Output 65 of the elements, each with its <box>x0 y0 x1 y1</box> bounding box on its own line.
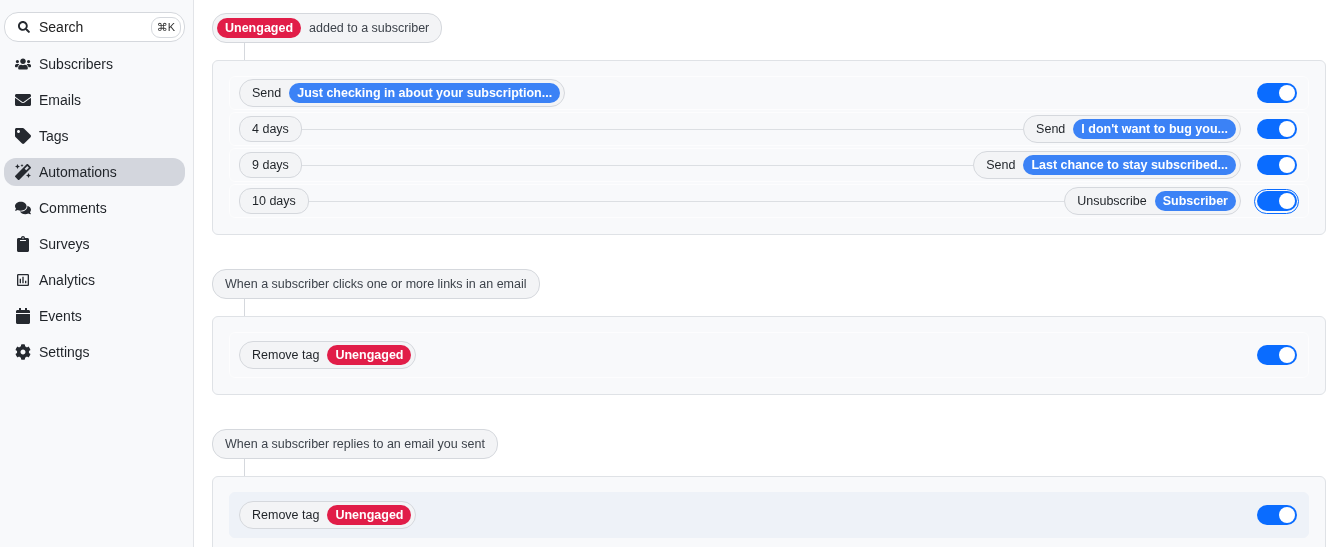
action-label: Remove tag <box>252 348 320 362</box>
sidebar-item-label: Emails <box>39 92 81 108</box>
search-icon <box>18 21 30 33</box>
sidebar-item[interactable]: Surveys <box>4 230 185 258</box>
sidebar-item[interactable]: Events <box>4 302 185 330</box>
action-pill[interactable]: Remove tag Unengaged <box>239 341 417 369</box>
delay-pill[interactable]: 10 days <box>239 188 309 214</box>
action-pill[interactable]: Send Last chance to stay subscribed... <box>973 151 1241 179</box>
trigger-label: When a subscriber clicks one or more links in an email <box>225 277 527 291</box>
search-field[interactable]: Search ⌘K <box>4 12 185 42</box>
settings-icon <box>15 344 31 360</box>
envelope-icon <box>15 92 31 108</box>
email-chip: Last chance to stay subscribed... <box>1023 155 1236 175</box>
trigger-label: When a subscriber replies to an email you sent <box>225 437 485 451</box>
trigger-pill[interactable]: Unengaged added to a subscriber <box>212 13 443 43</box>
action-label: Remove tag <box>252 508 320 522</box>
trigger-pill[interactable]: When a subscriber clicks one or more links in an email <box>212 269 540 299</box>
action-pill[interactable]: Remove tag Unengaged <box>239 501 417 529</box>
sidebar-item[interactable]: Settings <box>4 338 185 366</box>
sidebar-item[interactable]: Automations <box>4 158 185 186</box>
trigger-label: added to a subscriber <box>309 21 430 35</box>
sidebar-item[interactable]: Analytics <box>4 266 185 294</box>
toggle-switch[interactable] <box>1256 191 1297 211</box>
sidebar-item-label: Events <box>39 308 82 324</box>
magic-wand-icon <box>15 164 31 180</box>
tag-icon <box>15 128 31 144</box>
sidebar-item-label: Automations <box>39 164 117 180</box>
users-icon <box>15 56 31 72</box>
action-label: Send <box>252 86 282 100</box>
email-chip: Just checking in about your subscription... <box>289 83 561 103</box>
sidebar-item-label: Tags <box>39 128 69 144</box>
action-pill[interactable]: Send Just checking in about your subscription... <box>239 79 566 107</box>
toggle-switch[interactable] <box>1256 155 1297 175</box>
trigger-pill[interactable]: When a subscriber replies to an email you sent <box>212 429 498 459</box>
delay-pill[interactable]: 9 days <box>239 152 302 178</box>
sidebar-item-label: Settings <box>39 344 90 360</box>
calendar-icon <box>15 308 31 324</box>
delay-pill[interactable]: 4 days <box>239 116 302 142</box>
search-placeholder: Search <box>39 19 85 35</box>
action-label: Unsubscribe <box>1077 194 1147 208</box>
sidebar-item[interactable]: Comments <box>4 194 185 222</box>
tag-chip: Unengaged <box>217 18 302 38</box>
sidebar-item[interactable]: Emails <box>4 86 185 114</box>
sidebar-item-label: Surveys <box>39 236 90 252</box>
sidebar-item-label: Comments <box>39 200 107 216</box>
action-pill[interactable]: Unsubscribe Subscriber <box>1064 187 1241 215</box>
email-chip: I don't want to bug you... <box>1073 119 1236 139</box>
clipboard-icon <box>15 236 31 252</box>
subscriber-chip: Subscriber <box>1154 191 1236 211</box>
bar-chart-icon <box>15 272 31 288</box>
toggle-switch[interactable] <box>1256 119 1297 139</box>
action-label: Send <box>1036 122 1066 136</box>
action-pill[interactable]: Send I don't want to bug you... <box>1023 115 1241 143</box>
sidebar-item[interactable]: Subscribers <box>4 50 185 78</box>
toggle-switch[interactable] <box>1256 83 1297 103</box>
sidebar-item-label: Subscribers <box>39 56 113 72</box>
toggle-switch[interactable] <box>1256 345 1297 365</box>
toggle-switch[interactable] <box>1256 505 1297 525</box>
sidebar-item[interactable]: Tags <box>4 122 185 150</box>
sidebar-item-label: Analytics <box>39 272 96 288</box>
action-label: Send <box>986 158 1016 172</box>
tag-chip: Unengaged <box>327 505 412 525</box>
shortcut-key: ⌘K <box>150 16 181 38</box>
chat-bubbles-icon <box>15 200 31 216</box>
tag-chip: Unengaged <box>327 345 412 365</box>
